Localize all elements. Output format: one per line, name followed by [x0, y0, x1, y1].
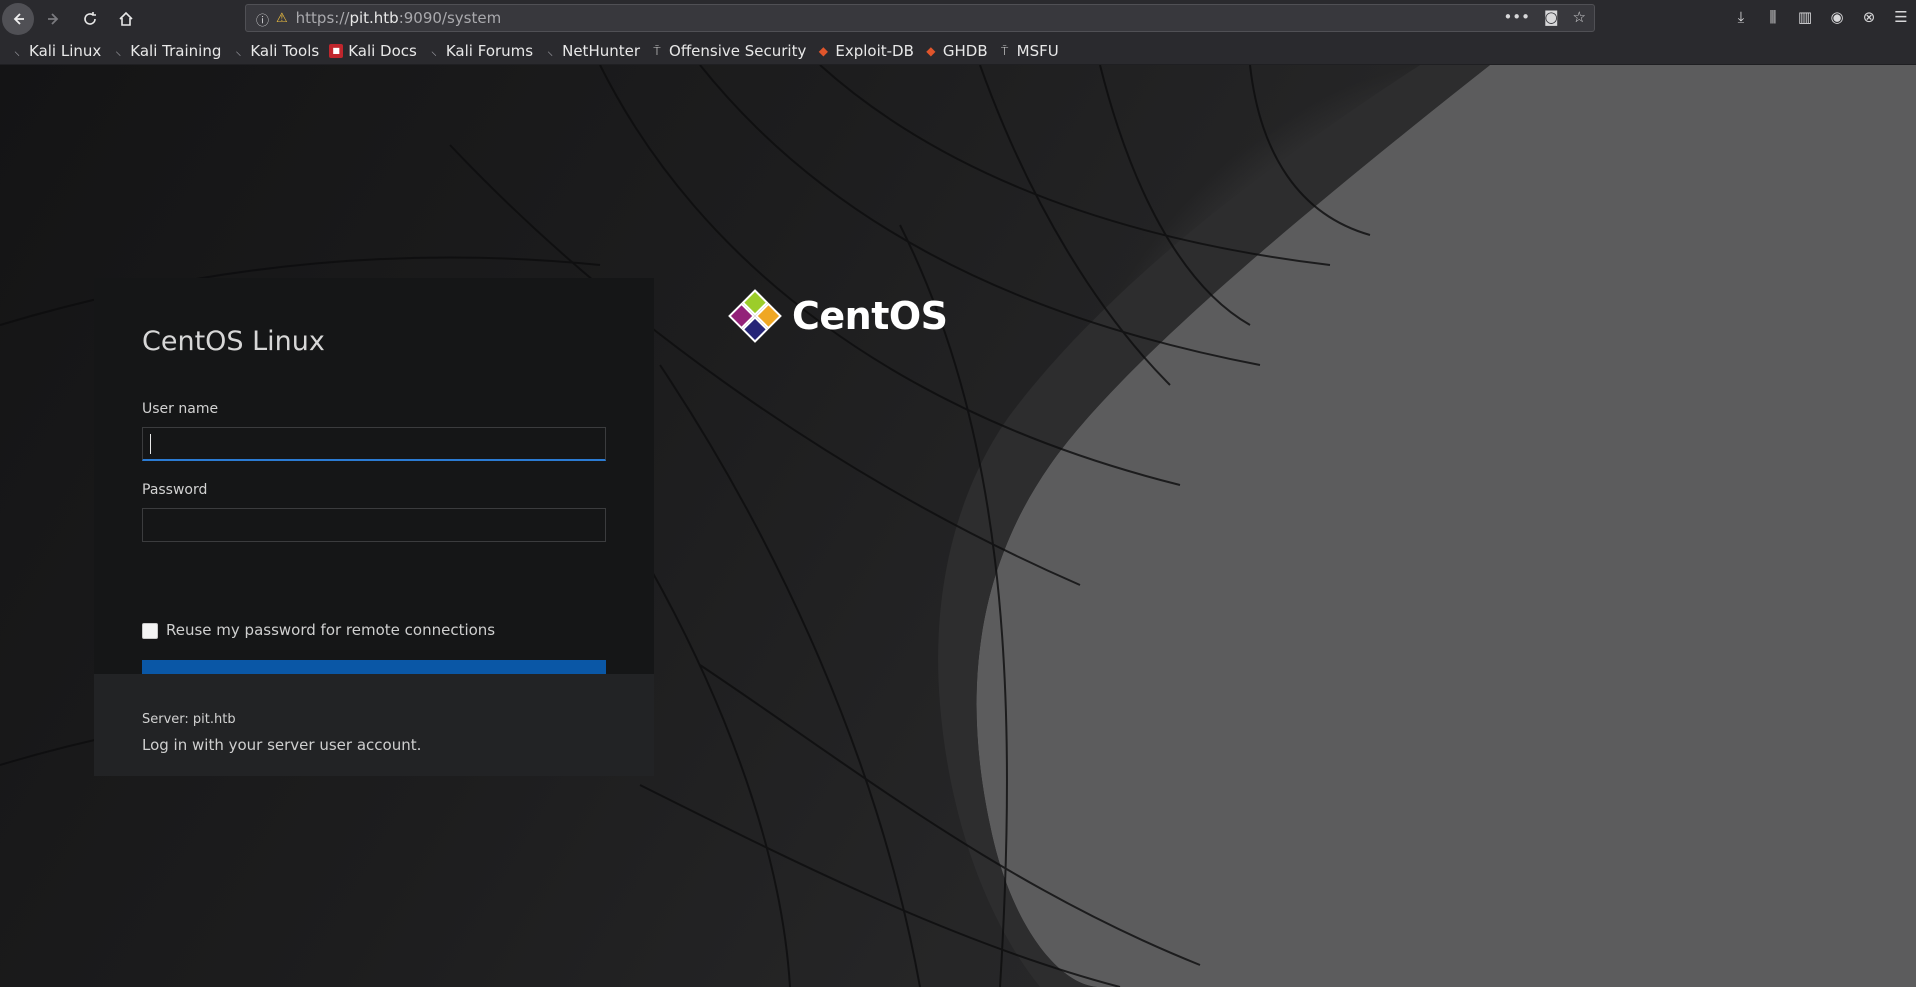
reload-icon	[84, 12, 96, 25]
sidebar-icon[interactable]: ▥	[1796, 8, 1814, 26]
exploit-db-icon: ◆	[818, 44, 828, 58]
username-input[interactable]	[142, 427, 606, 461]
download-icon[interactable]: ⤓	[1732, 8, 1750, 26]
login-help-text: Log in with your server user account.	[142, 736, 422, 754]
account-icon[interactable]: ◉	[1828, 8, 1846, 26]
password-label: Password	[142, 482, 208, 498]
extension-icon[interactable]: ⊗	[1860, 8, 1878, 26]
bookmark-label: Offensive Security	[669, 42, 807, 60]
server-name: Server: pit.htb	[142, 712, 236, 727]
bookmark-kali-forums[interactable]: ⸜ Kali Forums	[427, 42, 533, 60]
bookmarks-bar: ⸜ Kali Linux ⸜ Kali Training ⸜ Kali Tools ■…	[0, 38, 1916, 65]
centos-mark-icon	[728, 289, 782, 343]
login-title: CentOS Linux	[142, 326, 325, 357]
reuse-password-label[interactable]: Reuse my password for remote connections	[166, 621, 495, 639]
kali-dragon-icon: ⸜	[13, 44, 20, 58]
offsec-icon: ⍑	[1001, 44, 1009, 58]
bookmark-label: Kali Linux	[29, 42, 102, 60]
bookmark-nethunter[interactable]: ⸜ NetHunter	[543, 42, 640, 60]
browser-toolbar: ⓘ ⚠ https://pit.htb:9090/system ••• ◙ ☆ …	[0, 0, 1916, 38]
bookmark-msfu[interactable]: ⍑ MSFU	[998, 42, 1059, 60]
bookmark-label: Exploit-DB	[835, 42, 914, 60]
url-host: pit.htb	[349, 9, 399, 27]
bookmark-kali-linux[interactable]: ⸜ Kali Linux	[10, 42, 101, 60]
bookmark-kali-tools[interactable]: ⸜ Kali Tools	[231, 42, 319, 60]
bookmark-exploit-db[interactable]: ◆ Exploit-DB	[816, 42, 914, 60]
url-text[interactable]: https://pit.htb:9090/system	[296, 9, 502, 27]
forward-button[interactable]	[38, 3, 70, 35]
back-button[interactable]	[2, 3, 34, 35]
bookmark-ghdb[interactable]: ◆ GHDB	[924, 42, 988, 60]
info-icon[interactable]: ⓘ	[256, 10, 272, 29]
bookmark-label: GHDB	[942, 42, 988, 60]
kali-docs-icon: ■	[329, 44, 344, 58]
home-button[interactable]	[110, 3, 142, 35]
password-input[interactable]	[142, 508, 606, 542]
bookmark-star-icon[interactable]: ☆	[1573, 8, 1586, 26]
username-label: User name	[142, 401, 219, 417]
url-prefix: https://	[295, 9, 350, 27]
pocket-icon[interactable]: ◙	[1544, 8, 1559, 26]
kali-dragon-icon: ⸜	[430, 44, 437, 58]
reuse-password-checkbox[interactable]	[142, 623, 158, 639]
kali-dragon-icon: ⸜	[235, 44, 242, 58]
insecure-lock-icon[interactable]: ⚠	[276, 11, 288, 26]
login-card: CentOS Linux User name Password Reuse my…	[94, 278, 654, 700]
page-actions-icon[interactable]: •••	[1503, 8, 1530, 26]
kali-dragon-icon: ⸜	[115, 44, 122, 58]
bookmark-label: NetHunter	[562, 42, 641, 60]
library-icon[interactable]: ⫼	[1764, 8, 1782, 26]
menu-icon[interactable]: ☰	[1892, 8, 1910, 26]
bookmark-label: Kali Tools	[250, 42, 320, 60]
bookmark-label: Kali Forums	[445, 42, 534, 60]
url-path: :9090/system	[398, 9, 502, 27]
centos-wordmark: CentOS	[792, 294, 948, 338]
ghdb-icon: ◆	[926, 44, 936, 58]
bookmark-label: Kali Training	[130, 42, 222, 60]
bookmark-kali-docs[interactable]: ■ Kali Docs	[329, 42, 417, 60]
home-icon	[119, 11, 133, 26]
arrow-left-icon	[13, 13, 24, 25]
offsec-icon: ⍑	[653, 44, 661, 58]
login-footer: Server: pit.htb Log in with your server …	[94, 674, 654, 776]
reload-button[interactable]	[74, 3, 106, 35]
login-page: CentOS CentOS Linux User name Password R…	[0, 65, 1916, 987]
bookmark-kali-training[interactable]: ⸜ Kali Training	[111, 42, 221, 60]
nethunter-icon: ⸜	[547, 44, 554, 58]
bookmark-label: MSFU	[1016, 42, 1059, 60]
bookmark-offensive-security[interactable]: ⍑ Offensive Security	[650, 42, 806, 60]
bookmark-label: Kali Docs	[348, 42, 417, 60]
text-caret	[150, 434, 151, 454]
arrow-right-icon	[48, 13, 59, 25]
centos-logo: CentOS	[726, 287, 948, 345]
address-bar[interactable]: ⓘ ⚠ https://pit.htb:9090/system ••• ◙ ☆	[245, 4, 1595, 32]
